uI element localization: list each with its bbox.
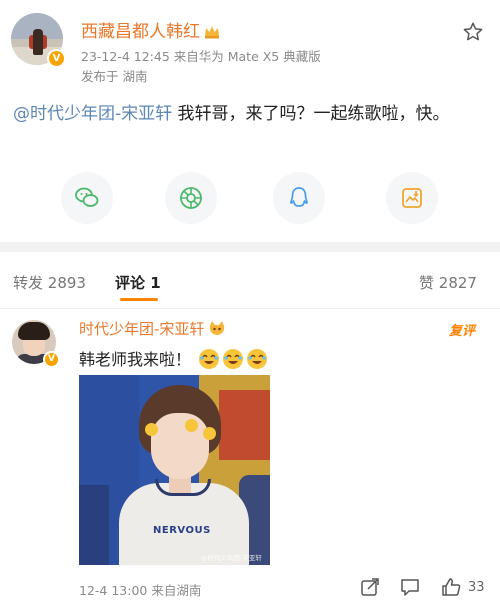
share-qq-button[interactable]: [273, 172, 325, 224]
share-wechat-button[interactable]: [61, 172, 113, 224]
verified-badge-icon: V: [43, 351, 60, 368]
post-meta: 23-12-4 12:45 来自华为 Mate X5 典藏版: [81, 49, 321, 64]
active-tab-indicator: [120, 298, 158, 301]
laughing-emoji-icon: [223, 349, 244, 369]
comment-text: 韩老师我来啦！: [79, 346, 268, 370]
moments-icon: [180, 187, 202, 209]
commenter-name[interactable]: 时代少年团-宋亚轩: [79, 318, 226, 339]
post-body: @时代少年团-宋亚轩 我轩哥，来了吗？一起练歌啦，快。: [13, 100, 487, 128]
post-body-text: 我轩哥，来了吗？一起练歌啦，快。: [172, 104, 450, 124]
photo-sticker-icon: [203, 427, 216, 440]
comment-photo[interactable]: NERVOUS @时代少年团-宋亚轩: [79, 375, 270, 565]
tab-likes-count: 2827: [438, 274, 477, 292]
reply-button[interactable]: 复评: [449, 320, 475, 339]
photo-face: [151, 413, 209, 479]
section-separator: [0, 242, 500, 252]
mention-link[interactable]: @时代少年团-宋亚轩: [13, 104, 172, 124]
author-name-text: 西藏昌都人韩红: [81, 22, 200, 42]
author-name[interactable]: 西藏昌都人韩红: [81, 17, 220, 42]
photo-backdrop-bar: [79, 485, 109, 565]
tab-comments[interactable]: 评论 1: [115, 272, 161, 293]
photo-backdrop-sign: [219, 390, 270, 460]
photo-sticker-icon: [145, 423, 158, 436]
tab-divider: [0, 308, 500, 309]
photo-collar: [155, 479, 211, 496]
photo-watermark: @时代少年团-宋亚轩: [201, 554, 262, 562]
laughing-emoji-icon: [199, 349, 220, 369]
tab-repost-label: 转发: [13, 274, 44, 292]
member-cat-badge-icon: [210, 321, 225, 335]
tab-repost[interactable]: 转发 2893: [13, 272, 86, 293]
like-thumb-icon[interactable]: [440, 576, 462, 598]
favorite-star-icon[interactable]: [462, 21, 484, 43]
avatar-figure: [33, 29, 43, 55]
commenter-name-text: 时代少年团-宋亚轩: [79, 320, 205, 338]
photo-sticker-icon: [185, 419, 198, 432]
save-image-icon: [402, 188, 422, 208]
photo-sweater-print: NERVOUS: [153, 525, 211, 536]
share-moments-button[interactable]: [165, 172, 217, 224]
comment-reply-icon[interactable]: [399, 576, 421, 598]
tab-likes-label: 赞: [419, 274, 435, 292]
qq-icon: [290, 187, 308, 207]
comment-meta: 12-4 13:00 来自湖南: [79, 583, 202, 598]
save-image-button[interactable]: [386, 172, 438, 224]
member-crown-icon: [205, 26, 219, 39]
post-location: 发布于 湖南: [81, 69, 148, 84]
laughing-emoji-icon: [247, 349, 268, 369]
avatar-hair: [18, 322, 50, 340]
verified-badge-icon: V: [47, 49, 66, 68]
tab-repost-count: 2893: [47, 274, 86, 292]
comment-like-count: 33: [468, 580, 485, 595]
comment-text-body: 韩老师我来啦！: [79, 350, 192, 369]
tab-comments-count: 1: [150, 274, 161, 292]
share-comment-icon[interactable]: [359, 576, 381, 598]
wechat-icon: [75, 187, 99, 207]
tab-likes[interactable]: 赞 2827: [419, 272, 477, 293]
tab-comments-label: 评论: [115, 274, 146, 292]
